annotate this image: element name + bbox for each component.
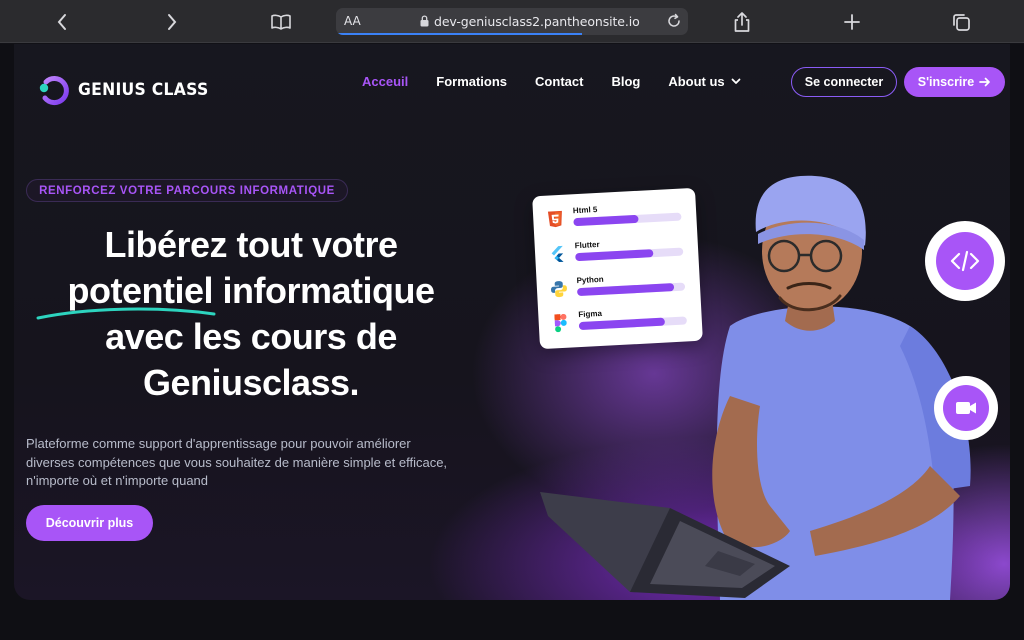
page-load-progress — [336, 33, 583, 35]
back-button[interactable] — [48, 8, 76, 36]
book-icon — [271, 14, 291, 30]
nav-item-accueil[interactable]: Acceuil — [362, 74, 408, 89]
signup-button[interactable]: S'inscrire — [904, 67, 1005, 97]
plus-icon — [844, 14, 860, 30]
skill-progress-fill — [576, 283, 675, 297]
skill-progress-fill — [578, 317, 666, 331]
nav-item-blog[interactable]: Blog — [611, 74, 640, 89]
code-icon — [950, 250, 980, 272]
figma-icon — [554, 313, 567, 333]
skill-progress-bar — [573, 212, 682, 227]
lock-icon — [420, 15, 429, 27]
code-badge[interactable] — [925, 221, 1005, 301]
share-button[interactable] — [728, 8, 756, 36]
description-line: Plateforme comme support d'apprentissage… — [26, 436, 411, 451]
browser-toolbar: AA dev-geniusclass2.pantheonsite.io — [0, 0, 1024, 43]
hero-description: Plateforme comme support d'apprentissage… — [26, 435, 486, 491]
signup-label: S'inscrire — [917, 75, 975, 89]
url-text: dev-geniusclass2.pantheonsite.io — [434, 14, 640, 29]
login-label: Se connecter — [804, 75, 884, 89]
python-icon — [551, 281, 567, 298]
discover-button[interactable]: Découvrir plus — [26, 505, 153, 541]
chevron-left-icon — [57, 14, 66, 30]
description-line: n'importe où et n'importe quand — [26, 473, 209, 488]
skill-progress-fill — [573, 214, 639, 227]
skill-progress-bar — [578, 316, 688, 331]
skill-progress-fill — [575, 249, 654, 262]
skill-name: Python — [576, 274, 604, 286]
skill-row-flutter: Flutter — [547, 240, 684, 265]
skill-progress-bar — [575, 247, 684, 262]
share-icon — [734, 12, 750, 32]
web-page: GENIUS CLASS Acceuil Formations Contact … — [0, 44, 1024, 640]
headline-underline-decoration — [36, 307, 216, 320]
nav-item-formations[interactable]: Formations — [436, 74, 507, 89]
arrow-right-icon — [979, 77, 991, 87]
nav-item-about-us[interactable]: About us — [668, 74, 741, 89]
tabs-button[interactable] — [947, 8, 975, 36]
skill-name: Flutter — [574, 239, 600, 251]
headline-line: Geniusclass. — [142, 362, 360, 403]
main-nav: Acceuil Formations Contact Blog About us — [362, 74, 741, 89]
description-line: diverses compétences que vous souhaitez … — [26, 454, 448, 470]
video-badge[interactable] — [934, 376, 998, 440]
skill-name: Figma — [578, 308, 603, 320]
logo-icon — [39, 76, 69, 106]
video-camera-icon — [956, 402, 976, 414]
skill-progress-bar — [576, 282, 686, 297]
skills-card: Html 5 Flutter Python Figma — [532, 187, 703, 350]
text-size-button[interactable]: AA — [344, 14, 361, 28]
new-tab-button[interactable] — [838, 8, 866, 36]
login-button[interactable]: Se connecter — [791, 67, 897, 97]
html5-icon — [547, 210, 562, 228]
chevron-right-icon — [168, 14, 177, 30]
tabs-icon — [953, 14, 970, 31]
address-bar[interactable]: AA dev-geniusclass2.pantheonsite.io — [336, 8, 688, 35]
site-logo[interactable]: GENIUS CLASS — [36, 72, 220, 108]
skill-name: Html 5 — [572, 204, 598, 216]
nav-item-label: About us — [668, 74, 725, 89]
skill-row-figma: Figma — [550, 309, 688, 334]
forward-button[interactable] — [158, 8, 186, 36]
skill-row-python: Python — [548, 275, 686, 300]
nav-item-contact[interactable]: Contact — [535, 74, 583, 89]
reader-button[interactable] — [267, 8, 295, 36]
headline-line: Libérez tout votre — [104, 224, 398, 265]
logo-text: GENIUS CLASS — [78, 80, 209, 100]
skill-row-html5: Html 5 — [545, 205, 682, 230]
chevron-down-icon — [731, 78, 741, 84]
hero-tag: RENFORCEZ VOTRE PARCOURS INFORMATIQUE — [26, 179, 348, 202]
discover-label: Découvrir plus — [45, 516, 134, 530]
flutter-icon — [551, 245, 564, 263]
reload-icon[interactable] — [666, 13, 682, 29]
